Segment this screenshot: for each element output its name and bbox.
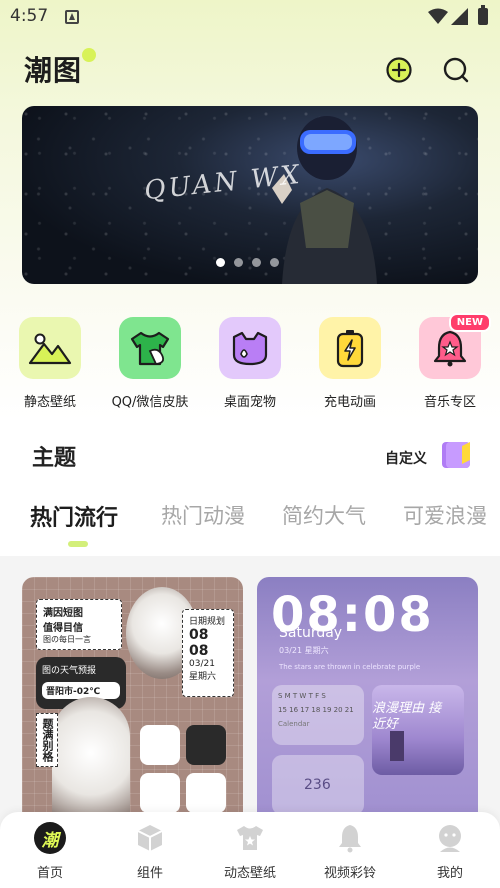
clock-date: 03/21 星期六 — [279, 646, 329, 655]
water-widget: 236 — [272, 755, 364, 815]
category-music-zone[interactable]: NEW 音乐专区 — [400, 313, 500, 410]
nav-home[interactable]: 潮 首页 — [0, 822, 100, 881]
category-desktop-pet[interactable]: 桌面宠物 — [200, 317, 300, 410]
new-badge: NEW — [448, 313, 491, 332]
weather-value: 晋阳市-02℃ — [42, 682, 120, 699]
category-tile — [19, 317, 81, 379]
category-static-wallpaper[interactable]: 静态壁纸 — [0, 317, 100, 410]
date-weekday: 星期六 — [189, 672, 217, 682]
bottom-navigation: 潮 首页 组件 动态壁纸 视频彩铃 我的 — [0, 812, 500, 888]
nav-widgets[interactable]: 组件 — [100, 822, 200, 881]
calendar-widget: S M T W T F S 15 16 17 18 19 20 21 Calen… — [272, 685, 364, 745]
carousel-dot[interactable] — [270, 258, 279, 267]
category-label: QQ/微信皮肤 — [111, 395, 189, 410]
app-logo: 潮图 — [24, 54, 83, 87]
status-time: 4:57 — [10, 6, 49, 26]
search-icon[interactable] — [442, 56, 470, 84]
wifi-icon — [428, 8, 448, 24]
profile-icon — [439, 825, 461, 852]
date-title: 日期规划 — [189, 617, 226, 627]
cube-icon — [137, 825, 163, 851]
tab-hot-popular[interactable]: 热门流行 — [30, 500, 118, 532]
category-tile: NEW — [419, 313, 491, 379]
battery-icon — [478, 5, 488, 25]
category-tile — [219, 317, 281, 379]
icon-sticker — [140, 773, 180, 813]
category-charging-animation[interactable]: 充电动画 — [300, 317, 400, 410]
section-title: 主题 — [32, 446, 77, 471]
photo-widget: 浪漫理由 接近好 — [372, 685, 464, 775]
category-qq-wechat-skin[interactable]: QQ/微信皮肤 — [100, 317, 200, 410]
bell-star-icon — [433, 330, 467, 367]
active-tab-indicator — [68, 541, 88, 547]
add-icon[interactable] — [385, 56, 413, 84]
tab-hot-anime[interactable]: 热门动漫 — [161, 500, 245, 530]
carousel-dot[interactable] — [252, 258, 261, 267]
category-label: 静态壁纸 — [23, 395, 76, 410]
notification-icon — [65, 10, 79, 24]
banner-carousel[interactable]: QUAN WX — [22, 106, 478, 284]
tshirt-star-icon — [237, 826, 263, 850]
status-bar: 4:57 — [0, 0, 500, 34]
category-tile — [319, 317, 381, 379]
quote-caption: 图の每日一言 — [43, 635, 91, 644]
date-digits: 08 — [189, 643, 209, 659]
side-note: 题满别格 — [36, 713, 58, 767]
nav-profile[interactable]: 我的 — [400, 822, 500, 881]
battery-charge-icon — [336, 330, 364, 368]
signal-icon — [451, 8, 468, 25]
nav-video-ringtone[interactable]: 视频彩铃 — [300, 822, 400, 881]
date-value: 03/21 — [189, 659, 215, 669]
nav-label: 首页 — [36, 866, 63, 881]
tab-cute-romantic[interactable]: 可爱浪漫 — [403, 500, 487, 530]
tower-silhouette — [390, 731, 404, 761]
category-label: 桌面宠物 — [223, 395, 276, 410]
nav-label: 动态壁纸 — [223, 866, 276, 881]
handwriting-text: 浪漫理由 接近好 — [372, 701, 442, 732]
category-tile — [119, 317, 181, 379]
nav-label: 我的 — [436, 866, 463, 881]
customize-book-icon[interactable] — [440, 440, 474, 470]
nav-label: 组件 — [136, 866, 163, 881]
quote-line: 满因短图 — [43, 608, 83, 619]
mountain-image-icon — [28, 333, 72, 365]
tab-simple[interactable]: 简约大气 — [282, 500, 366, 530]
date-widget: 日期规划 08 08 03/21 星期六 — [182, 609, 234, 697]
calendar-header: S M T W T F S — [278, 692, 326, 700]
home-chao-icon: 潮 — [34, 822, 66, 854]
tshirt-icon — [130, 331, 170, 366]
theme-tabs: 热门流行 热门动漫 简约大气 可爱浪漫 — [30, 500, 500, 540]
category-label: 音乐专区 — [423, 395, 476, 410]
nav-label: 视频彩铃 — [323, 866, 376, 881]
nav-live-wallpaper[interactable]: 动态壁纸 — [200, 822, 300, 881]
quote-line: 值得目信 — [43, 623, 83, 634]
carousel-dot[interactable] — [216, 258, 225, 267]
water-value: 236 — [304, 777, 331, 793]
bell-icon — [339, 825, 361, 853]
quote-widget: 满因短图 值得目信 图の每日一言 — [36, 599, 122, 650]
carousel-dots — [216, 258, 279, 267]
clock-caption: The stars are thrown in celebrate purple — [279, 663, 421, 671]
category-row: 静态壁纸 QQ/微信皮肤 桌面宠物 充电动画 NEW 音乐专区 — [0, 313, 500, 417]
customize-link[interactable]: 自定义 — [385, 448, 427, 468]
tiktok-icon — [186, 725, 226, 765]
date-digits: 08 — [189, 627, 209, 643]
cat-face-icon — [232, 331, 268, 366]
theme-card[interactable]: 08:08 Saturday 03/21 星期六 The stars are t… — [257, 577, 478, 837]
clock-day: Saturday — [279, 625, 343, 641]
calendar-row: 15 16 17 18 19 20 21 — [278, 706, 354, 714]
icon-sticker — [186, 773, 226, 813]
icon-sticker — [140, 725, 180, 765]
carousel-dot[interactable] — [234, 258, 243, 267]
theme-card[interactable]: 满因短图 值得目信 图の每日一言 日期规划 08 08 03/21 星期六 图の… — [22, 577, 243, 837]
category-label: 充电动画 — [323, 395, 376, 410]
weather-label: 图の天气预报 — [42, 666, 97, 676]
logo-accent-dot — [82, 48, 96, 62]
calendar-label: Calendar — [278, 720, 310, 728]
